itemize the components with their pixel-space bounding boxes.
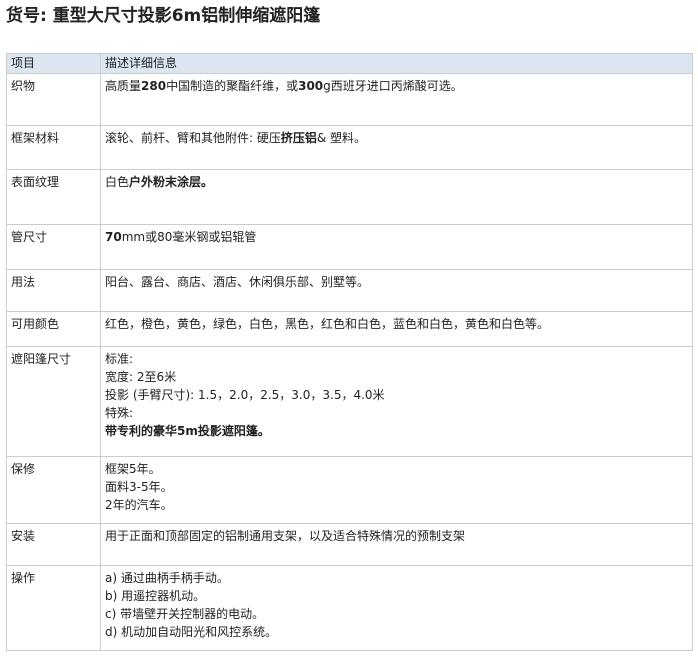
row-description: 阳台、露台、商店、酒店、休闲俱乐部、别墅等。 [100,269,693,312]
text-segment: 阳台、露台、商店、酒店、休闲俱乐部、别墅等。 [105,275,370,289]
row-label: 操作 [6,565,101,651]
text-segment: 用于正面和顶部固定的铝制通用支架，以及适合特殊情况的预制支架 [105,529,466,543]
text-segment: mm或80毫米钢或铝辊管 [121,230,257,244]
text-segment: d) 机动加自动阳光和风控系统。 [105,625,278,639]
product-page: 货号: 重型大尺寸投影6m铝制伸缩遮阳篷 项目 描述详细信息 织物 高质量280中… [0,0,698,666]
row-label: 管尺寸 [6,224,101,270]
row-description: 高质量280中国制造的聚酯纤维，或300g西班牙进口丙烯酸可选。 [100,73,693,126]
bold-text-segment: 挤压铝 [280,131,317,145]
text-segment: 红色，橙色，黄色，绿色，白色，黑色，红色和白色，蓝色和白色，黄色和白色等。 [105,317,550,331]
row-label: 框架材料 [6,125,101,170]
table-row: 表面纹理 白色户外粉末涂层。 [6,169,693,225]
row-label: 可用颜色 [6,311,101,347]
row-description: 用于正面和顶部固定的铝制通用支架，以及适合特殊情况的预制支架 [100,523,693,566]
description-line: a) 通过曲柄手柄手动。 [105,569,688,587]
description-line: 高质量280中国制造的聚酯纤维，或300g西班牙进口丙烯酸可选。 [105,77,688,95]
row-description: 滚轮、前杆、臂和其他附件: 硬压挤压铝& 塑料。 [100,125,693,170]
description-line: 带专利的豪华5m投影遮阳篷。 [105,422,688,440]
table-row: 遮阳篷尺寸 标准: 宽度: 2至6米投影 (手臂尺寸): 1.5，2.0，2.5，3… [6,346,693,457]
table-row: 操作 a) 通过曲柄手柄手动。 b) 用遥控器机动。 c) 带墙壁开关控制器的电动。 d… [6,565,693,651]
text-segment: 框架5年。 [105,462,161,476]
table-row: 安装 用于正面和顶部固定的铝制通用支架，以及适合特殊情况的预制支架 [6,523,693,566]
row-description: 标准: 宽度: 2至6米投影 (手臂尺寸): 1.5，2.0，2.5，3.0，3.… [100,346,693,457]
bold-text-segment: 70 [105,230,122,244]
text-segment: g西班牙进口丙烯酸可选。 [323,79,463,93]
description-line: 白色户外粉末涂层。 [105,173,688,191]
row-label: 保修 [6,456,101,524]
description-line: b) 用遥控器机动。 [105,587,688,605]
description-line: 红色，橙色，黄色，绿色，白色，黑色，红色和白色，蓝色和白色，黄色和白色等。 [105,315,688,333]
row-label: 安装 [6,523,101,566]
text-segment: & 塑料。 [316,131,367,145]
text-segment: 高质量 [105,79,142,93]
text-segment: c) 带墙壁开关控制器的电动。 [105,607,265,621]
bold-text-segment: 300 [298,79,324,93]
description-line: 70mm或80毫米钢或铝辊管 [105,228,688,246]
header-item: 项目 [6,53,101,74]
bold-text-segment: 户外粉末涂层。 [129,175,214,189]
description-line: d) 机动加自动阳光和风控系统。 [105,623,688,641]
table-row: 框架材料 滚轮、前杆、臂和其他附件: 硬压挤压铝& 塑料。 [6,125,693,170]
description-line: 框架5年。 [105,460,688,478]
row-description: a) 通过曲柄手柄手动。 b) 用遥控器机动。 c) 带墙壁开关控制器的电动。 d) … [100,565,693,651]
text-segment: 白色 [105,175,130,189]
table-header-row: 项目 描述详细信息 [6,53,693,74]
text-segment: b) 用遥控器机动。 [105,589,206,603]
description-line: 标准: [105,350,688,368]
description-line: 用于正面和顶部固定的铝制通用支架，以及适合特殊情况的预制支架 [105,527,688,545]
row-description: 白色户外粉末涂层。 [100,169,693,225]
table-row: 用法 阳台、露台、商店、酒店、休闲俱乐部、别墅等。 [6,269,693,312]
row-description: 70mm或80毫米钢或铝辊管 [100,224,693,270]
text-segment: 滚轮、前杆、臂和其他附件: 硬压 [105,131,281,145]
text-segment: a) 通过曲柄手柄手动。 [105,571,229,585]
row-description: 框架5年。面料3-5年。 2年的汽车。 [100,456,693,524]
table-row: 织物 高质量280中国制造的聚酯纤维，或300g西班牙进口丙烯酸可选。 [6,73,693,126]
description-line: 滚轮、前杆、臂和其他附件: 硬压挤压铝& 塑料。 [105,129,688,147]
text-segment: 宽度: 2至6米 [105,370,177,384]
table-row: 可用颜色 红色，橙色，黄色，绿色，白色，黑色，红色和白色，蓝色和白色，黄色和白色等… [6,311,693,347]
text-segment: 2年的汽车。 [105,498,173,512]
spec-table: 项目 描述详细信息 织物 高质量280中国制造的聚酯纤维，或300g西班牙进口丙烯… [6,53,693,651]
row-label: 遮阳篷尺寸 [6,346,101,457]
row-label: 用法 [6,269,101,312]
row-description: 红色，橙色，黄色，绿色，白色，黑色，红色和白色，蓝色和白色，黄色和白色等。 [100,311,693,347]
text-segment: 中国制造的聚酯纤维，或 [166,79,299,93]
header-description: 描述详细信息 [100,53,693,74]
description-line: 面料3-5年。 [105,478,688,496]
description-line: 2年的汽车。 [105,496,688,514]
table-row: 管尺寸 70mm或80毫米钢或铝辊管 [6,224,693,270]
description-line: 特殊: [105,404,688,422]
description-line: 投影 (手臂尺寸): 1.5，2.0，2.5，3.0，3.5，4.0米 [105,386,688,404]
row-label: 织物 [6,73,101,126]
description-line: 阳台、露台、商店、酒店、休闲俱乐部、别墅等。 [105,273,688,291]
bold-text-segment: 带专利的豪华5m投影遮阳篷。 [105,424,270,438]
table-row: 保修 框架5年。面料3-5年。 2年的汽车。 [6,456,693,524]
row-label: 表面纹理 [6,169,101,225]
text-segment: 标准: [105,352,134,366]
text-segment: 投影 (手臂尺寸): 1.5，2.0，2.5，3.0，3.5，4.0米 [105,388,385,402]
description-line: 宽度: 2至6米 [105,368,688,386]
product-title: 货号: 重型大尺寸投影6m铝制伸缩遮阳篷 [6,6,321,26]
bold-text-segment: 280 [141,79,167,93]
text-segment: 面料3-5年。 [105,480,173,494]
description-line: c) 带墙壁开关控制器的电动。 [105,605,688,623]
text-segment: 特殊: [105,406,134,420]
